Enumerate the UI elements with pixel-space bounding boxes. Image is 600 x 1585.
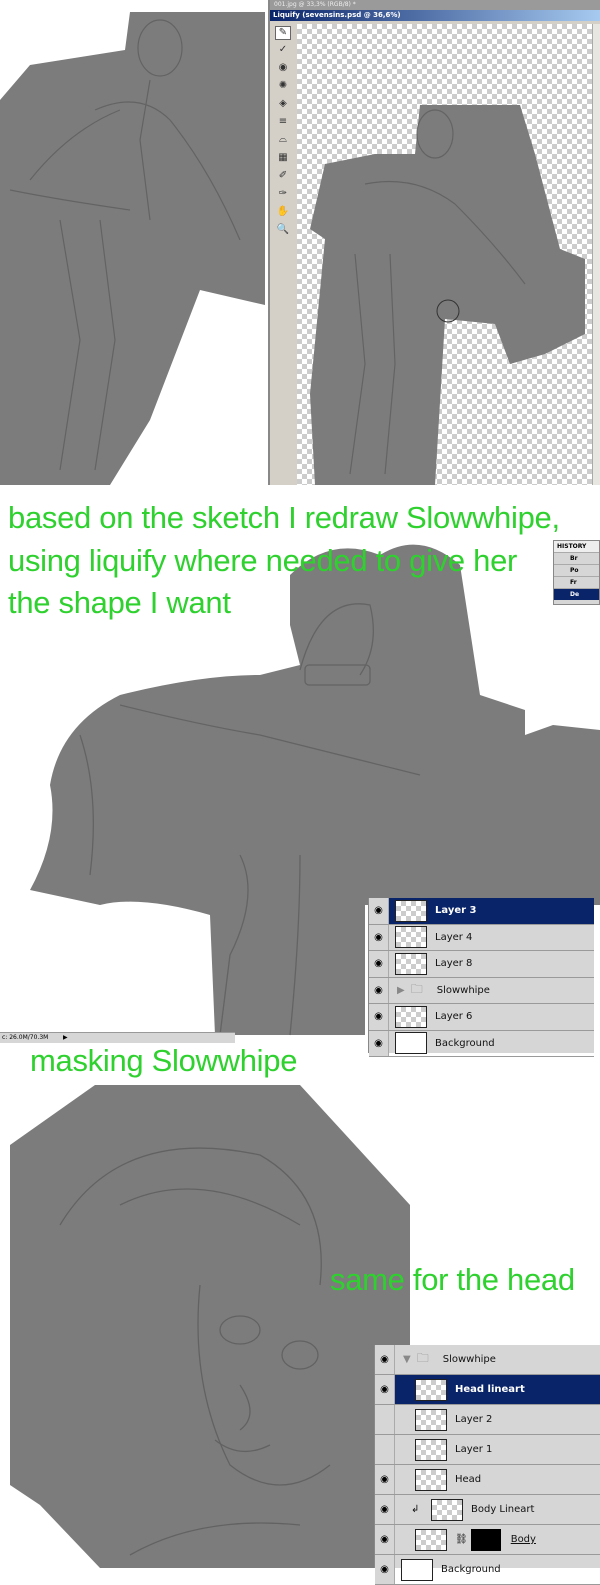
status-bar: c: 26.0M/70.3M ▶ <box>0 1032 235 1043</box>
eye-icon[interactable]: ◉ <box>369 898 389 924</box>
history-panel: HISTORY Br Po Fr De <box>553 540 600 605</box>
layer-thumbnail <box>415 1468 447 1491</box>
layer-name: Layer 6 <box>435 1011 473 1023</box>
layer-name: Background <box>441 1564 501 1575</box>
history-item-label: Br <box>570 555 578 562</box>
layer-name: Layer 3 <box>435 905 477 917</box>
layer-name: Slowwhipe <box>442 1354 496 1365</box>
link-icon[interactable]: ⛓ <box>455 1534 468 1545</box>
caption-masking: masking Slowwhipe <box>30 1043 298 1078</box>
layer-name: Layer 1 <box>455 1444 493 1455</box>
layer-row[interactable]: ◉ Layer 8 <box>369 951 594 978</box>
hand-icon[interactable]: ✋ <box>275 206 291 220</box>
layer-thumbnail <box>415 1378 447 1401</box>
caption-line-3: the shape I want <box>8 585 231 620</box>
reconstruct-icon[interactable]: ✓ <box>275 44 291 58</box>
layer-name: Body Lineart <box>471 1504 535 1515</box>
history-item[interactable]: Fr <box>554 576 599 588</box>
status-arrow-icon[interactable]: ▶ <box>63 1033 68 1043</box>
liquify-title-bar: Liquify (sevensins.psd @ 36,6%) <box>270 10 600 21</box>
layer-thumbnail <box>395 1005 427 1028</box>
liquify-toolbar: ✎ ✓ ◉ ✺ ◈ ≡ ⌓ ▦ ✐ ✑ ✋ 🔍 <box>272 22 294 482</box>
layer-row[interactable]: ◉ ↲ Body Lineart <box>375 1495 600 1525</box>
eye-icon[interactable]: ◉ <box>375 1465 395 1494</box>
eye-icon[interactable]: ◉ <box>369 924 389 950</box>
layer-thumbnail <box>395 899 427 922</box>
eye-icon[interactable]: ◉ <box>375 1525 395 1554</box>
eye-icon[interactable]: ◉ <box>375 1495 395 1524</box>
scrollbar[interactable] <box>592 24 600 485</box>
layers-panel-2: ◉ ▼ 🗀 Slowwhipe ◉ Head lineart Layer 2 Layer 1 ◉… <box>374 1345 600 1585</box>
layer-thumbnail <box>395 1032 427 1055</box>
document-tab[interactable]: 001.jpg @ 33,3% (RGB/8) * <box>270 0 600 10</box>
folder-icon: 🗀 <box>410 981 423 996</box>
forward-warp-icon[interactable]: ✎ <box>275 26 291 40</box>
layer-name: Layer 2 <box>455 1414 493 1425</box>
layer-row[interactable]: ◉ Layer 3 <box>369 898 594 925</box>
layer-thumbnail <box>415 1408 447 1431</box>
visibility-toggle[interactable] <box>375 1435 395 1464</box>
eye-icon[interactable]: ◉ <box>375 1555 395 1584</box>
history-item[interactable]: De <box>554 588 599 600</box>
history-item[interactable]: Po <box>554 564 599 576</box>
history-item-label: Fr <box>570 579 577 586</box>
layer-row[interactable]: ◉ Head lineart <box>375 1375 600 1405</box>
layer-name: Background <box>435 1037 495 1049</box>
layer-name: Slowwhipe <box>436 984 490 996</box>
layer-row[interactable]: Layer 1 <box>375 1435 600 1465</box>
eye-icon[interactable]: ◉ <box>369 1030 389 1056</box>
pucker-icon[interactable]: ✺ <box>275 80 291 94</box>
liquify-figure <box>310 105 585 485</box>
layer-row[interactable]: ◉ ▶ 🗀 Slowwhipe <box>369 977 594 1004</box>
eye-icon[interactable]: ◉ <box>369 977 389 1003</box>
eye-icon[interactable]: ◉ <box>375 1345 395 1374</box>
layer-thumbnail <box>415 1528 447 1551</box>
layers-panel-1: ◉ Layer 3 ◉ Layer 4 ◉ Layer 8 ◉ ▶ 🗀 Slowwhipe ◉ Lay… <box>368 898 594 1057</box>
caption-head: same for the head <box>330 1262 575 1297</box>
layer-thumbnail <box>395 952 427 975</box>
layer-row[interactable]: ◉ ▼ 🗀 Slowwhipe <box>375 1345 600 1375</box>
layer-thumbnail <box>415 1438 447 1461</box>
layer-thumbnail <box>401 1558 433 1581</box>
layer-row[interactable]: Layer 2 <box>375 1405 600 1435</box>
layer-name: Body <box>510 1534 536 1545</box>
history-item-label: De <box>570 591 580 598</box>
eye-icon[interactable]: ◉ <box>369 951 389 977</box>
clip-arrow-icon: ↲ <box>411 1504 420 1515</box>
bloat-icon[interactable]: ◈ <box>275 98 291 112</box>
layer-name: Layer 8 <box>435 958 473 970</box>
twirl-icon[interactable]: ◉ <box>275 62 291 76</box>
group-toggle-icon[interactable]: ▶ <box>397 985 405 996</box>
layer-thumbnail <box>395 926 427 949</box>
layer-row[interactable]: ◉ Head <box>375 1465 600 1495</box>
thaw-mask-icon[interactable]: ✑ <box>275 188 291 202</box>
group-toggle-icon[interactable]: ▼ <box>403 1354 411 1365</box>
freeze-mask-icon[interactable]: ✐ <box>275 170 291 184</box>
turbulence-icon[interactable]: ▦ <box>275 152 291 166</box>
push-left-icon[interactable]: ≡ <box>275 116 291 130</box>
layer-row[interactable]: ◉ Layer 4 <box>369 924 594 951</box>
eye-icon[interactable]: ◉ <box>375 1375 395 1404</box>
history-item[interactable]: Br <box>554 552 599 564</box>
folder-icon: 🗀 <box>416 1351 429 1365</box>
layer-name: Head lineart <box>455 1384 525 1395</box>
zoom-icon[interactable]: 🔍 <box>275 224 291 238</box>
caption-line-1: based on the sketch I redraw Slowwhipe, <box>8 500 560 535</box>
layer-row[interactable]: ◉ Background <box>369 1030 594 1057</box>
doc-size-readout: c: 26.0M/70.3M <box>2 1034 49 1041</box>
history-item-label: Po <box>570 567 579 574</box>
mirror-icon[interactable]: ⌓ <box>275 134 291 148</box>
layer-row[interactable]: ◉ Background <box>375 1555 600 1585</box>
eye-icon[interactable]: ◉ <box>369 1004 389 1030</box>
visibility-toggle[interactable] <box>375 1405 395 1434</box>
caption-line-2: using liquify where needed to give her <box>8 543 518 578</box>
layer-thumbnail <box>431 1498 463 1521</box>
layer-mask-thumbnail[interactable] <box>470 1528 501 1551</box>
layer-row[interactable]: ◉ Layer 6 <box>369 1004 594 1031</box>
layer-row[interactable]: ◉ ⛓ Body <box>375 1525 600 1555</box>
layer-name: Head <box>455 1474 482 1485</box>
history-title: HISTORY <box>554 541 599 552</box>
layer-name: Layer 4 <box>435 931 473 943</box>
